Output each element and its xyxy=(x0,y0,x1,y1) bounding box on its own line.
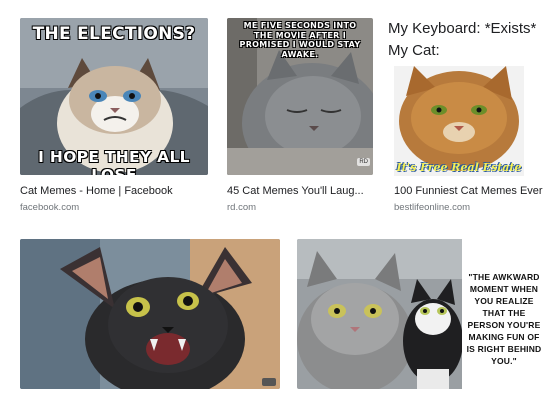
watermark-logo: RD xyxy=(357,158,370,166)
thumbnail-black-cat[interactable] xyxy=(20,239,280,389)
meme-top-text: THE ELECTIONS? xyxy=(32,24,196,44)
meme-caption-text: "THE AWKWARD MOMENT WHEN YOU REALIZE THA… xyxy=(466,272,542,366)
meme-top-text: ME FIVE SECONDS INTO THE MOVIE AFTER I P… xyxy=(239,21,361,59)
result-source[interactable]: bestlifeonline.com xyxy=(394,202,470,213)
meme-line-1: My Keyboard: *Exists* xyxy=(388,20,537,37)
watermark-badge xyxy=(262,378,276,386)
result-title[interactable]: 100 Funniest Cat Memes Ever xyxy=(394,185,554,197)
meme-bottom-text: I HOPE THEY ALL LOSE xyxy=(38,148,190,175)
meme-line-2: My Cat: xyxy=(388,42,440,59)
result-source[interactable]: rd.com xyxy=(227,202,256,213)
result-title[interactable]: 45 Cat Memes You'll Laug... xyxy=(227,185,373,197)
thumbnail-grumpy-cat[interactable]: THE ELECTIONS? I HOPE THEY ALL LOSE xyxy=(20,18,208,175)
image-result-1[interactable]: THE ELECTIONS? I HOPE THEY ALL LOSE Cat … xyxy=(20,18,210,218)
thumbnail-keyboard-cat[interactable]: My Keyboard: *Exists* My Cat: It's Free … xyxy=(388,18,560,176)
image-result-2[interactable]: ME FIVE SECONDS INTO THE MOVIE AFTER I P… xyxy=(227,18,377,218)
image-result-3[interactable]: My Keyboard: *Exists* My Cat: It's Free … xyxy=(388,18,560,218)
meme-bottom-text: It's Free Real Estate xyxy=(396,161,522,174)
result-source[interactable]: facebook.com xyxy=(20,202,79,213)
thumbnail-awkward-cats[interactable]: "THE AWKWARD MOMENT WHEN YOU REALIZE THA… xyxy=(297,239,560,389)
result-title[interactable]: Cat Memes - Home | Facebook xyxy=(20,185,208,197)
image-result-5[interactable]: "THE AWKWARD MOMENT WHEN YOU REALIZE THA… xyxy=(297,239,560,407)
image-result-4[interactable] xyxy=(20,239,282,407)
thumbnail-sleepy-cat[interactable]: ME FIVE SECONDS INTO THE MOVIE AFTER I P… xyxy=(227,18,373,175)
